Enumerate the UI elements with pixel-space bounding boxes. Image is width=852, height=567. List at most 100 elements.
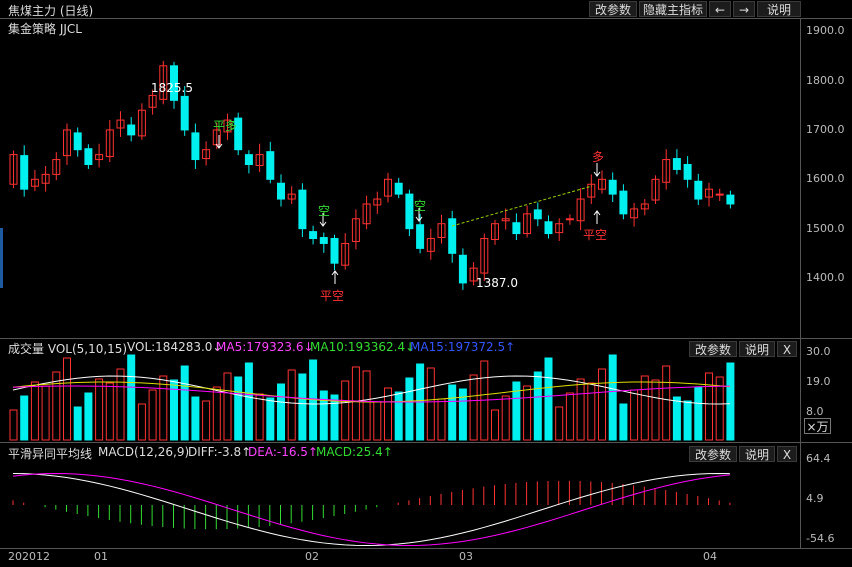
volume-bar bbox=[662, 365, 671, 441]
volume-bar bbox=[598, 368, 606, 441]
volume-bar bbox=[244, 362, 253, 441]
volume-bar bbox=[533, 371, 542, 441]
volume-bar bbox=[351, 366, 360, 441]
volume-bar bbox=[640, 375, 649, 441]
volume-bar bbox=[394, 391, 403, 441]
macd-dea-line bbox=[12, 472, 730, 547]
candle-body bbox=[394, 182, 403, 195]
volume-bar bbox=[448, 384, 457, 441]
volume-bar bbox=[266, 397, 275, 441]
volume-bar bbox=[41, 385, 50, 441]
candle-body bbox=[448, 218, 457, 254]
volume-bar bbox=[84, 392, 93, 441]
volume-bar bbox=[565, 392, 574, 441]
macd-diff-line bbox=[12, 473, 730, 547]
volume-bar bbox=[705, 372, 713, 441]
candle-body bbox=[180, 95, 189, 131]
volume-bar bbox=[426, 367, 435, 441]
volume-bar bbox=[298, 373, 307, 441]
chart-canvas[interactable] bbox=[0, 0, 852, 567]
volume-bar bbox=[437, 398, 446, 441]
volume-bar bbox=[202, 400, 211, 441]
candle-body bbox=[405, 193, 414, 230]
volume-bar bbox=[127, 354, 136, 441]
volume-bar bbox=[277, 383, 285, 441]
volume-bar bbox=[137, 403, 146, 441]
volume-bar bbox=[491, 409, 499, 441]
candle-body bbox=[672, 158, 681, 170]
candle-body bbox=[298, 189, 307, 230]
candle-body bbox=[277, 182, 285, 200]
signal-close-long: 平多 bbox=[213, 119, 238, 133]
volume-bar bbox=[726, 362, 735, 441]
candle-body bbox=[544, 221, 553, 235]
volume-bar bbox=[683, 400, 692, 441]
volume-bar bbox=[319, 390, 328, 441]
volume-bar bbox=[523, 385, 532, 441]
volume-bar bbox=[469, 374, 478, 441]
volume-bar bbox=[95, 378, 104, 441]
volume-ma5-line bbox=[12, 375, 730, 405]
candle-body bbox=[127, 124, 136, 136]
low-price-label: 1387.0 bbox=[476, 276, 518, 290]
candle-body bbox=[533, 209, 542, 220]
signal-long: 多 bbox=[592, 150, 605, 164]
volume-bar bbox=[405, 377, 414, 441]
volume-bar bbox=[63, 357, 71, 441]
volume-bar bbox=[20, 395, 29, 441]
candle-body bbox=[726, 194, 735, 205]
volume-bar bbox=[159, 375, 168, 441]
candle-body bbox=[683, 163, 692, 180]
signal-close-short: 平空 bbox=[320, 289, 345, 303]
candle-body bbox=[191, 132, 200, 161]
volume-ma15-line bbox=[12, 385, 730, 403]
candle-body bbox=[565, 218, 574, 221]
candle-body bbox=[512, 222, 521, 235]
signal-short: 空 bbox=[318, 204, 331, 218]
volume-bar bbox=[330, 394, 339, 441]
signal-short: 空 bbox=[414, 199, 427, 213]
volume-bar bbox=[287, 369, 296, 441]
candle-body bbox=[266, 151, 275, 180]
volume-bar bbox=[223, 372, 232, 441]
volume-bar bbox=[362, 370, 371, 441]
candle-body bbox=[715, 193, 724, 196]
candle-body bbox=[20, 155, 29, 190]
volume-bar bbox=[116, 368, 125, 441]
volume-bar bbox=[672, 396, 681, 441]
signal-arrow-up bbox=[593, 210, 601, 224]
volume-bar bbox=[73, 406, 82, 441]
candle-body bbox=[694, 180, 703, 200]
volume-bar bbox=[587, 382, 596, 441]
high-price-label: 1825.5 bbox=[151, 81, 193, 95]
candle-body bbox=[84, 148, 93, 165]
volume-bar bbox=[180, 365, 189, 441]
volume-bar bbox=[9, 409, 18, 441]
volume-bar bbox=[694, 386, 703, 441]
volume-bar bbox=[630, 389, 639, 441]
volume-bar bbox=[576, 378, 585, 441]
volume-bar bbox=[255, 393, 264, 441]
volume-bar bbox=[555, 406, 564, 441]
volume-bar bbox=[373, 401, 382, 441]
candle-body bbox=[619, 190, 628, 215]
volume-bar bbox=[608, 354, 617, 441]
volume-bar bbox=[234, 376, 243, 441]
candle-body bbox=[309, 231, 318, 240]
volume-bar bbox=[191, 396, 200, 441]
candle-body bbox=[319, 237, 328, 244]
volume-bar bbox=[619, 403, 628, 441]
volume-bar bbox=[148, 389, 157, 441]
signal-close-short: 平空 bbox=[583, 228, 608, 242]
volume-bar bbox=[105, 382, 114, 441]
volume-bar bbox=[212, 386, 221, 441]
volume-bar bbox=[544, 357, 553, 441]
candle-body bbox=[244, 154, 253, 165]
candle-body bbox=[608, 179, 617, 195]
candle-body bbox=[458, 254, 467, 284]
volume-bar bbox=[341, 380, 350, 441]
signal-arrow-up bbox=[331, 270, 339, 284]
volume-bar bbox=[30, 381, 39, 441]
volume-bar bbox=[501, 395, 510, 441]
candle-body bbox=[416, 224, 425, 249]
